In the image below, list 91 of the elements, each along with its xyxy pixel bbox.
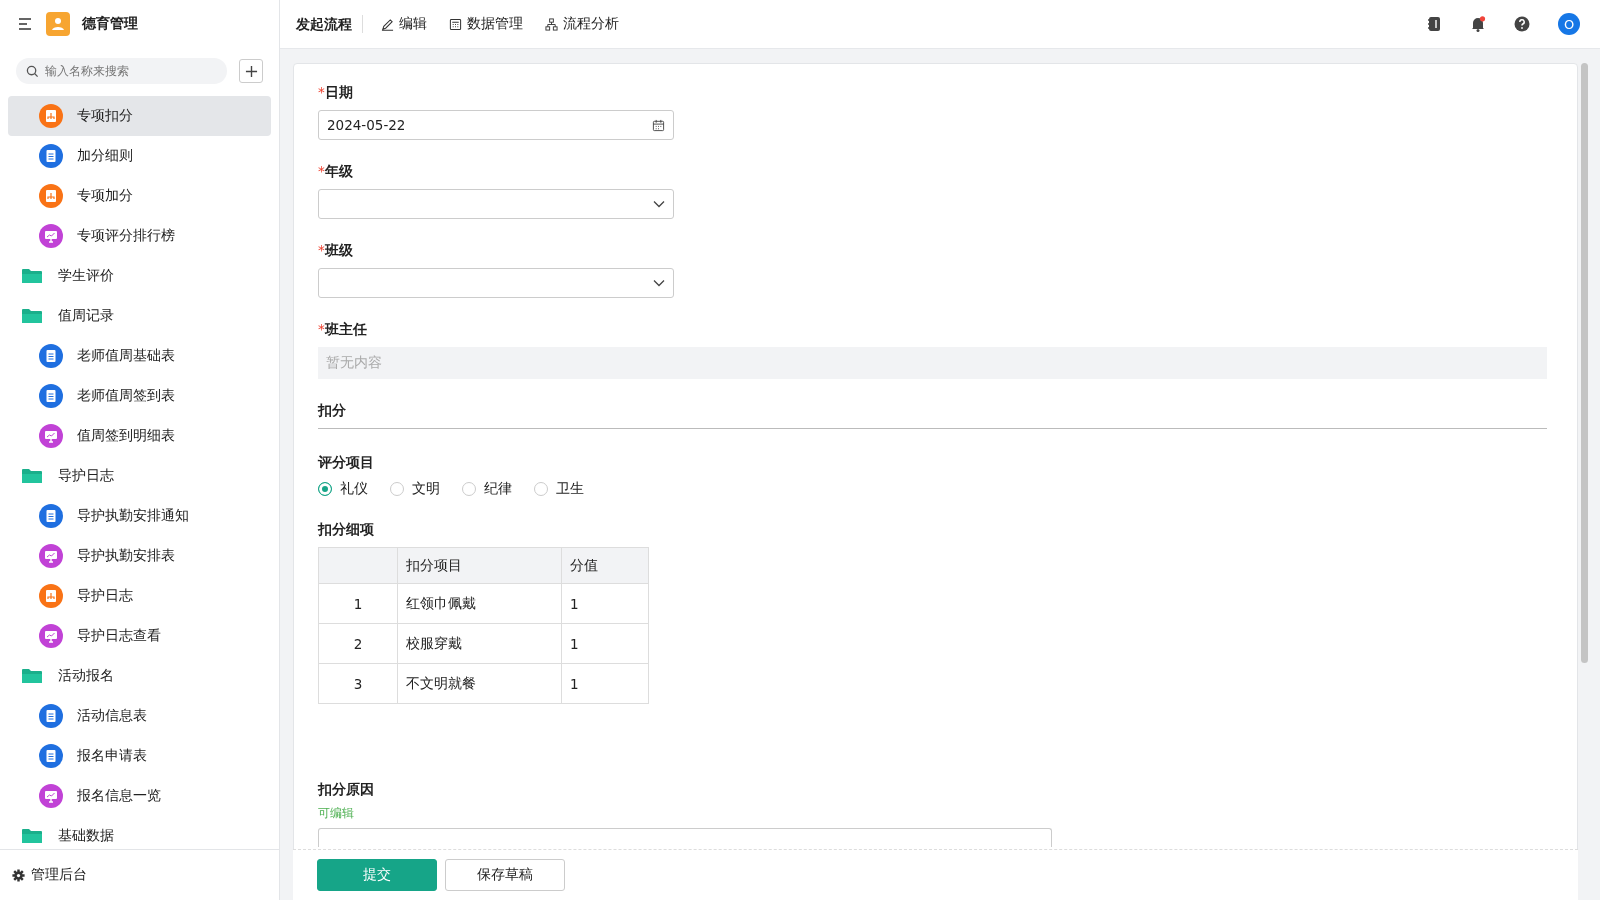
folder-item[interactable]: 基础数据 — [8, 816, 271, 849]
folder-icon — [22, 308, 42, 324]
radio-option[interactable]: 文明 — [390, 480, 440, 498]
chevron-down-icon — [653, 200, 665, 208]
scrollbar[interactable] — [1581, 63, 1588, 663]
folder-item[interactable]: 导护日志 — [8, 456, 271, 496]
folder-item[interactable]: 值周记录 — [8, 296, 271, 336]
plus-icon — [244, 64, 258, 78]
clipboard-icon — [39, 104, 63, 128]
select-field[interactable] — [318, 268, 674, 298]
document-icon — [39, 344, 63, 368]
sidebar-item[interactable]: 活动信息表 — [8, 696, 271, 736]
sidebar-item[interactable]: 老师值周基础表 — [8, 336, 271, 376]
clipboard-icon — [39, 184, 63, 208]
edit-tab[interactable]: 编辑 — [373, 11, 435, 37]
radio-option[interactable]: 纪律 — [462, 480, 512, 498]
save-draft-button[interactable]: 保存草稿 — [445, 859, 565, 891]
sidebar-item[interactable]: 值周签到明细表 — [8, 416, 271, 456]
field-label: *年级 — [318, 163, 354, 181]
pencil-icon — [381, 17, 394, 31]
readonly-field: 暂无内容 — [318, 347, 1547, 379]
notebook-icon[interactable] — [1426, 16, 1442, 32]
notification-bell-icon[interactable] — [1470, 16, 1486, 32]
field-label: *班主任 — [318, 321, 368, 339]
hierarchy-icon — [545, 17, 558, 31]
table-cell: 校服穿戴 — [397, 623, 562, 664]
app-logo-icon — [46, 12, 70, 36]
settings-icon — [12, 868, 25, 882]
table-cell: 不文明就餐 — [397, 663, 562, 704]
folder-icon — [22, 268, 42, 284]
select-field[interactable] — [318, 189, 674, 219]
data-tab[interactable]: 数据管理 — [441, 11, 531, 37]
help-icon[interactable] — [1514, 16, 1530, 32]
admin-link[interactable]: 管理后台 — [0, 849, 279, 900]
sidebar-item[interactable]: 导护执勤安排通知 — [8, 496, 271, 536]
field-label: *日期 — [318, 84, 354, 102]
user-avatar[interactable]: O — [1558, 13, 1580, 35]
add-button[interactable] — [239, 59, 263, 83]
flow-tab[interactable]: 流程分析 — [537, 11, 627, 37]
document-icon — [39, 744, 63, 768]
sidebar-item[interactable]: 加分细则 — [8, 136, 271, 176]
column-header: 分值 — [561, 547, 649, 584]
field-label: *班级 — [318, 242, 354, 260]
date-field[interactable]: 2024-05-22 — [318, 110, 674, 140]
sidebar-item[interactable]: 报名申请表 — [8, 736, 271, 776]
sidebar-item[interactable]: 老师值周签到表 — [8, 376, 271, 416]
chart-monitor-icon — [39, 224, 63, 248]
folder-icon — [22, 468, 42, 484]
search-icon — [26, 64, 39, 78]
radio-option[interactable]: 卫生 — [534, 480, 584, 498]
row-number: 2 — [318, 623, 398, 664]
app-title: 德育管理 — [82, 15, 138, 33]
document-icon — [39, 504, 63, 528]
field-label: 扣分细项 — [318, 521, 375, 539]
sidebar-item[interactable]: 导护日志查看 — [8, 616, 271, 656]
chart-monitor-icon — [39, 544, 63, 568]
folder-item[interactable]: 学生评价 — [8, 256, 271, 296]
table-cell: 1 — [561, 663, 649, 704]
radio-option[interactable]: 礼仪 — [318, 480, 368, 498]
row-number: 3 — [318, 663, 398, 704]
clipboard-icon — [39, 584, 63, 608]
table-cell: 红领巾佩戴 — [397, 583, 562, 624]
field-label: 评分项目 — [318, 454, 375, 472]
sidebar-item[interactable]: 专项加分 — [8, 176, 271, 216]
calendar-icon — [652, 118, 665, 132]
folder-icon — [22, 668, 42, 684]
section-heading: 扣分 — [318, 402, 1547, 429]
document-icon — [39, 704, 63, 728]
editable-hint: 可编辑 — [318, 805, 355, 822]
folder-item[interactable]: 活动报名 — [8, 656, 271, 696]
sidebar-item[interactable]: 专项评分排行榜 — [8, 216, 271, 256]
folder-icon — [22, 828, 42, 844]
row-number: 1 — [318, 583, 398, 624]
page-title: 发起流程 — [296, 15, 363, 33]
chart-monitor-icon — [39, 624, 63, 648]
table-cell: 1 — [561, 583, 649, 624]
table-cell: 1 — [561, 623, 649, 664]
search-field[interactable]: 输入名称来搜索 — [16, 58, 227, 84]
field-label: 扣分原因 — [318, 781, 375, 799]
menu-icon[interactable] — [18, 17, 34, 31]
document-icon — [39, 384, 63, 408]
sidebar-item[interactable]: 报名信息一览 — [8, 776, 271, 816]
chevron-down-icon — [653, 279, 665, 287]
column-header: 扣分项目 — [397, 547, 562, 584]
chart-monitor-icon — [39, 424, 63, 448]
sidebar-item[interactable]: 专项扣分 — [8, 96, 271, 136]
calculator-icon — [449, 17, 462, 31]
document-icon — [39, 144, 63, 168]
chart-monitor-icon — [39, 784, 63, 808]
sidebar-item[interactable]: 导护执勤安排表 — [8, 536, 271, 576]
sidebar-item[interactable]: 导护日志 — [8, 576, 271, 616]
